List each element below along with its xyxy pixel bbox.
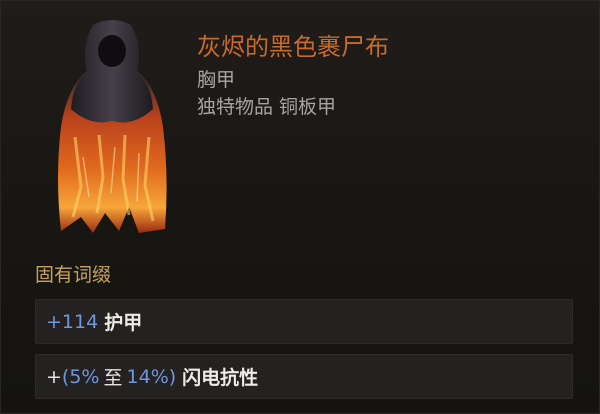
mod-prefix: + bbox=[46, 365, 62, 388]
mod-min-value: 5% bbox=[69, 365, 100, 388]
implicit-mod-lightning-resistance: +(5% 至 14%) 闪电抗性 bbox=[35, 354, 573, 399]
mod-close-paren: ) bbox=[168, 365, 177, 388]
implicit-section-title: 固有词缀 bbox=[35, 264, 112, 286]
mod-max-value: 14% bbox=[126, 365, 169, 388]
mod-open-paren: ( bbox=[61, 365, 70, 388]
mod-prefix: + bbox=[46, 310, 62, 333]
item-type: 独特物品 铜板甲 bbox=[197, 96, 337, 118]
mod-value: 114 bbox=[61, 310, 99, 333]
implicit-mod-armour: +114 护甲 bbox=[35, 299, 573, 344]
item-name: 灰烬的黑色裹尸布 bbox=[197, 33, 389, 61]
mod-label: 护甲 bbox=[104, 312, 143, 334]
item-slot: 胸甲 bbox=[197, 69, 236, 91]
mod-range-word: 至 bbox=[103, 367, 123, 389]
item-tooltip-panel: 灰烬的黑色裹尸布 胸甲 独特物品 铜板甲 固有词缀 +114 护甲 +(5% 至 14… bbox=[0, 0, 600, 414]
mod-label: 闪电抗性 bbox=[182, 367, 259, 389]
black-shroud-robe-icon bbox=[58, 20, 167, 233]
